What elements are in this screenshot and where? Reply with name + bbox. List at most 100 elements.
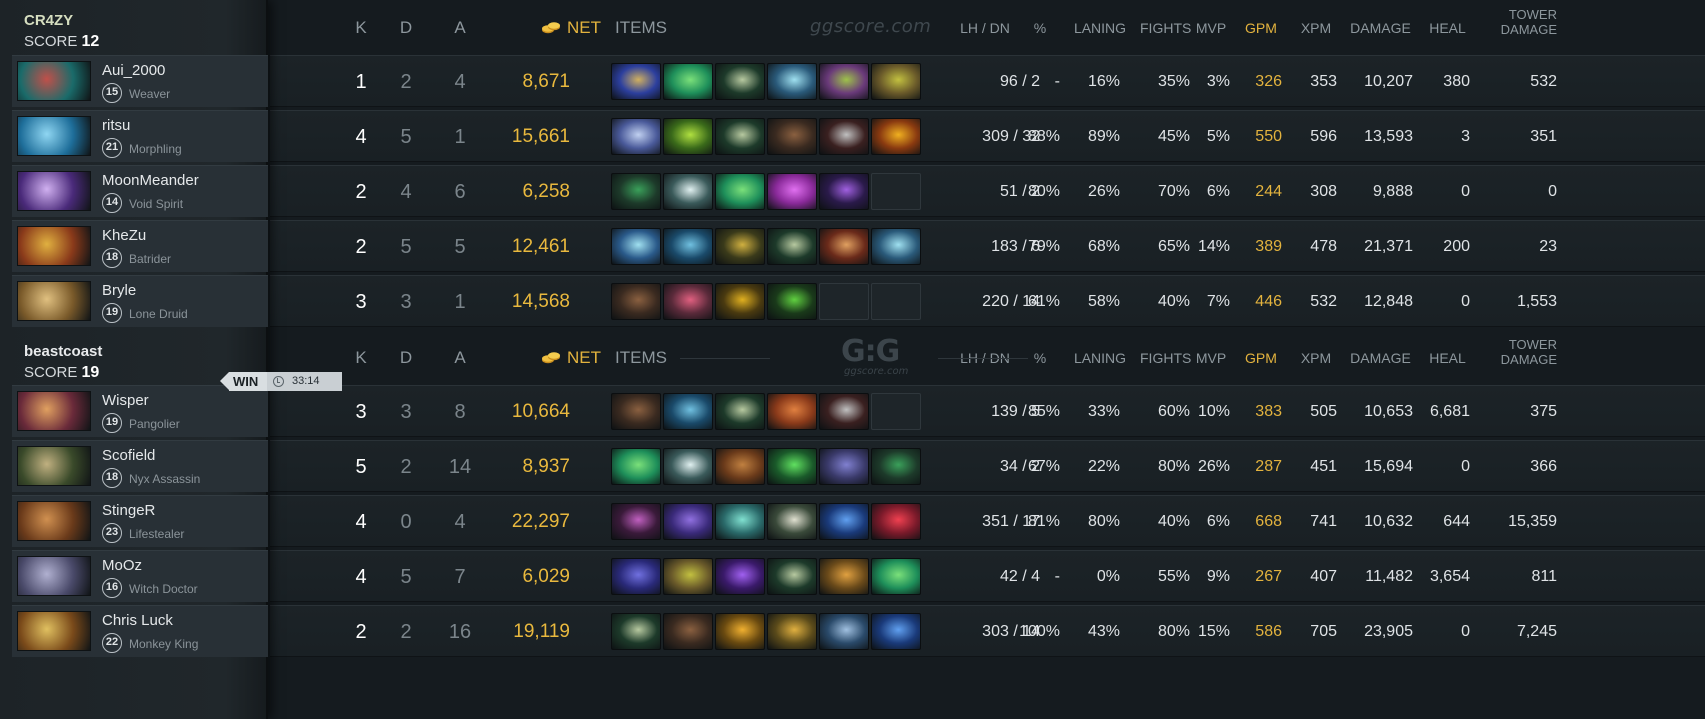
item-icon[interactable] xyxy=(767,448,817,485)
player-stats-row[interactable]: 4 5 7 6,029 42 / 4-0% 55% 9% 267 407 11,482 3,654 8… xyxy=(270,550,1705,602)
percent-value: 61% xyxy=(1027,293,1060,310)
laning-value: 33% xyxy=(1087,403,1120,420)
item-icon[interactable] xyxy=(611,283,661,320)
player-name[interactable]: MoonMeander xyxy=(102,172,199,189)
item-icon[interactable] xyxy=(663,393,713,430)
fights-value: 65% xyxy=(1157,238,1190,255)
player-card[interactable]: MoOz 16 Witch Doctor xyxy=(12,550,268,602)
player-name[interactable]: Bryle xyxy=(102,282,136,299)
item-icon[interactable] xyxy=(663,173,713,210)
item-icon[interactable] xyxy=(715,503,765,540)
item-icon[interactable] xyxy=(715,63,765,100)
player-stats-row[interactable]: 4 0 4 22,297 351 / 17 81% 80% 40% 6% 668 741 10,632… xyxy=(270,495,1705,547)
item-icon[interactable] xyxy=(611,558,661,595)
heal-value: 0 xyxy=(1461,183,1470,200)
item-icon[interactable] xyxy=(663,448,713,485)
item-icon[interactable] xyxy=(767,558,817,595)
item-icon[interactable] xyxy=(819,393,869,430)
item-icon[interactable] xyxy=(819,118,869,155)
item-icon[interactable] xyxy=(663,228,713,265)
damage-value: 15,694 xyxy=(1364,458,1413,475)
item-icon[interactable] xyxy=(767,613,817,650)
item-icon[interactable] xyxy=(767,503,817,540)
item-icon[interactable] xyxy=(611,173,661,210)
match-duration: 33:14 xyxy=(267,372,342,391)
header-net-worth: NET xyxy=(567,18,601,37)
item-icon[interactable] xyxy=(871,448,921,485)
player-card[interactable]: Aui_2000 15 Weaver xyxy=(12,55,268,107)
item-icon[interactable] xyxy=(767,283,817,320)
player-card[interactable]: MoonMeander 14 Void Spirit xyxy=(12,165,268,217)
deaths-value: 5 xyxy=(400,126,412,148)
heal-value: 0 xyxy=(1461,623,1470,640)
item-icon[interactable] xyxy=(715,613,765,650)
player-stats-row[interactable]: 3 3 8 10,664 139 / 5 85% 33% 60% 10% 383 505 10,653… xyxy=(270,385,1705,437)
item-icon[interactable] xyxy=(611,228,661,265)
player-card[interactable]: Scofield 18 Nyx Assassin xyxy=(12,440,268,492)
item-icon[interactable] xyxy=(715,448,765,485)
laning-value: 68% xyxy=(1087,238,1120,255)
item-icon[interactable] xyxy=(611,118,661,155)
item-icon[interactable] xyxy=(663,503,713,540)
item-icon[interactable] xyxy=(819,228,869,265)
item-icon[interactable] xyxy=(611,393,661,430)
item-icon[interactable] xyxy=(871,613,921,650)
player-card[interactable]: Wisper 19 Pangolier xyxy=(12,385,268,437)
item-icon[interactable] xyxy=(871,228,921,265)
item-icon[interactable] xyxy=(871,118,921,155)
item-icon[interactable] xyxy=(819,63,869,100)
item-icon[interactable] xyxy=(871,63,921,100)
item-icon[interactable] xyxy=(819,173,869,210)
player-name[interactable]: Aui_2000 xyxy=(102,62,165,79)
item-icon[interactable] xyxy=(819,613,869,650)
item-icon[interactable] xyxy=(715,228,765,265)
item-icon[interactable] xyxy=(819,558,869,595)
player-name[interactable]: ritsu xyxy=(102,117,130,134)
item-icon[interactable] xyxy=(611,63,661,100)
item-icon[interactable] xyxy=(767,228,817,265)
player-stats-row[interactable]: 4 5 1 15,661 309 / 32 88% 89% 45% 5% 550 596 13,593… xyxy=(270,110,1705,162)
item-icon[interactable] xyxy=(767,118,817,155)
player-name[interactable]: Chris Luck xyxy=(102,612,173,629)
player-stats-row[interactable]: 1 2 4 8,671 96 / 2-16% 35% 3% 326 353 10,207 380 53… xyxy=(270,55,1705,107)
item-icon[interactable] xyxy=(715,283,765,320)
heal-value: 644 xyxy=(1443,513,1470,530)
item-icon[interactable] xyxy=(871,558,921,595)
player-card[interactable]: KheZu 18 Batrider xyxy=(12,220,268,272)
player-name[interactable]: Scofield xyxy=(102,447,155,464)
item-icon[interactable] xyxy=(611,613,661,650)
player-stats-row[interactable]: 2 5 5 12,461 183 / 6 79% 68% 65% 14% 389 478 21,371… xyxy=(270,220,1705,272)
item-icon[interactable] xyxy=(715,393,765,430)
player-stats-row[interactable]: 2 4 6 6,258 51 / 2 80% 26% 70% 6% 244 308 9,888 0 0 xyxy=(270,165,1705,217)
hero-portrait xyxy=(17,226,91,266)
item-icon[interactable] xyxy=(871,503,921,540)
item-icon[interactable] xyxy=(663,283,713,320)
item-icon[interactable] xyxy=(819,503,869,540)
item-icon[interactable] xyxy=(767,173,817,210)
player-card[interactable]: Bryle 19 Lone Druid xyxy=(12,275,268,327)
header-divider-right xyxy=(938,358,1028,359)
item-icon[interactable] xyxy=(611,448,661,485)
player-name[interactable]: MoOz xyxy=(102,557,142,574)
item-icon[interactable] xyxy=(715,558,765,595)
item-icon[interactable] xyxy=(819,448,869,485)
item-icon[interactable] xyxy=(663,63,713,100)
item-icon[interactable] xyxy=(663,558,713,595)
item-icon[interactable] xyxy=(767,393,817,430)
player-stats-row[interactable]: 3 3 1 14,568 220 / 14 61% 58% 40% 7% 446 532 12,848… xyxy=(270,275,1705,327)
player-card[interactable]: Chris Luck 22 Monkey King xyxy=(12,605,268,657)
player-name[interactable]: StingeR xyxy=(102,502,155,519)
player-stats-row[interactable]: 5 2 14 8,937 34 / 2 67% 22% 80% 26% 287 451 15,694 0… xyxy=(270,440,1705,492)
player-card[interactable]: StingeR 23 Lifestealer xyxy=(12,495,268,547)
player-card[interactable]: ritsu 21 Morphling xyxy=(12,110,268,162)
item-icon[interactable] xyxy=(611,503,661,540)
player-stats-row[interactable]: 2 2 16 19,119 303 / 14 100% 43% 80% 15% 586 705 23,… xyxy=(270,605,1705,657)
item-icon[interactable] xyxy=(767,63,817,100)
item-icon[interactable] xyxy=(715,118,765,155)
gpm-value: 586 xyxy=(1255,623,1282,640)
item-icon[interactable] xyxy=(663,118,713,155)
player-name[interactable]: KheZu xyxy=(102,227,146,244)
item-icon[interactable] xyxy=(715,173,765,210)
item-icon[interactable] xyxy=(663,613,713,650)
player-name[interactable]: Wisper xyxy=(102,392,149,409)
